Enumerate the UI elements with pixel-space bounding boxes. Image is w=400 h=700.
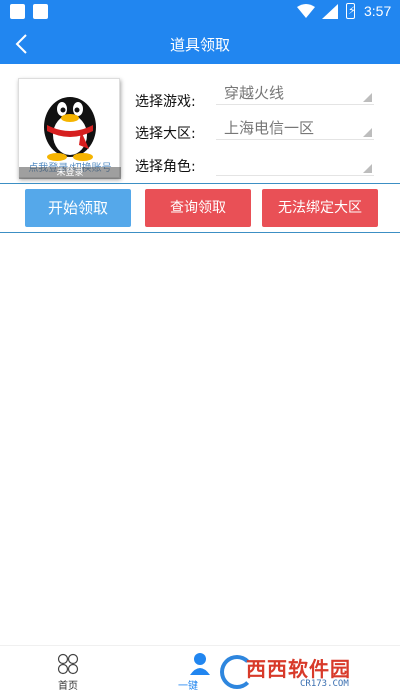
game-label: 选择游戏: — [135, 94, 196, 110]
login-status: 未登录 — [19, 167, 121, 179]
dropdown-arrow-icon — [363, 128, 372, 137]
user-icon[interactable] — [188, 651, 212, 675]
notification-icon — [10, 4, 25, 19]
status-time: 3:57 — [364, 3, 392, 19]
divider — [0, 183, 400, 184]
cannot-bind-region-button[interactable]: 无法绑定大区 — [262, 189, 378, 227]
role-select[interactable] — [216, 150, 374, 176]
role-label: 选择角色: — [135, 159, 196, 175]
dropdown-arrow-icon — [363, 164, 372, 173]
watermark-logo: 西西软件园 CR173.COM — [220, 651, 390, 693]
qq-penguin-icon — [44, 97, 96, 161]
battery-icon: ⚡ — [346, 3, 356, 19]
wifi-icon — [297, 4, 315, 18]
avatar-login-card[interactable]: 点我登录/切换账号 未登录 — [18, 78, 121, 179]
page-title: 道具领取 — [169, 36, 230, 54]
dropdown-arrow-icon — [363, 93, 372, 102]
watermark-site: CR173.COM — [300, 679, 349, 689]
start-claim-button[interactable]: 开始领取 — [25, 189, 131, 227]
title-bar: 道具领取 — [0, 24, 400, 64]
watermark-brand: 西西软件园 — [246, 657, 351, 681]
nav-home-label[interactable]: 首页 — [58, 677, 78, 692]
status-bar: ⚡ 3:57 — [0, 0, 400, 24]
region-select[interactable]: 上海电信一区 — [216, 114, 374, 140]
region-label: 选择大区: — [135, 126, 196, 142]
region-select-value: 上海电信一区 — [224, 119, 315, 137]
query-claim-button[interactable]: 查询领取 — [145, 189, 251, 227]
nav-one-key-label[interactable]: 一键 — [178, 677, 198, 692]
game-select[interactable]: 穿越火线 — [216, 79, 374, 105]
game-select-value: 穿越火线 — [224, 84, 285, 102]
signal-icon — [322, 4, 338, 19]
home-grid-icon[interactable] — [57, 653, 79, 675]
divider — [0, 232, 400, 233]
notification-icon — [33, 4, 48, 19]
